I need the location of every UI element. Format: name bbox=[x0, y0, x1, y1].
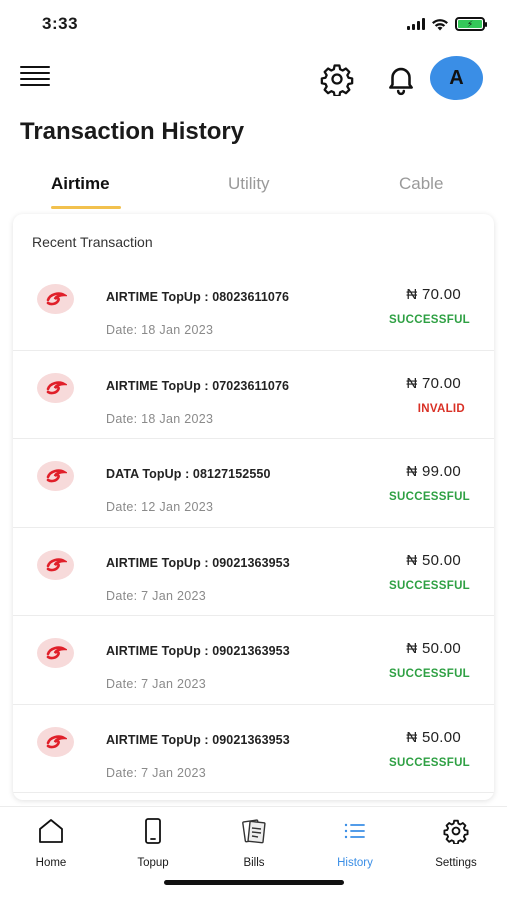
transaction-row[interactable]: AIRTIME TopUp : 08023611076 Date: 18 Jan… bbox=[13, 262, 494, 351]
network-logo-icon bbox=[37, 726, 74, 757]
transaction-date: Date: 7 Jan 2023 bbox=[106, 588, 207, 603]
user-avatar[interactable]: A bbox=[430, 56, 483, 100]
network-logo-icon bbox=[37, 372, 74, 403]
transaction-list: AIRTIME TopUp : 08023611076 Date: 18 Jan… bbox=[13, 262, 494, 793]
transaction-status: SUCCESSFUL bbox=[389, 491, 470, 503]
nav-label: History bbox=[337, 857, 373, 869]
settings-gear-icon[interactable] bbox=[320, 62, 354, 96]
nav-label: Topup bbox=[137, 857, 169, 869]
tab-bar: Airtime Utility Cable bbox=[0, 170, 507, 210]
transactions-card: Recent Transaction AIRTIME TopUp : 08023… bbox=[13, 214, 494, 800]
bills-icon bbox=[242, 819, 266, 844]
transaction-description: AIRTIME TopUp : 08023611076 bbox=[106, 290, 290, 304]
cellular-signal-icon bbox=[407, 18, 425, 30]
wifi-icon bbox=[432, 18, 448, 30]
gear-icon bbox=[443, 819, 469, 844]
transaction-description: AIRTIME TopUp : 09021363953 bbox=[106, 644, 290, 658]
transaction-amount: ₦ 50.00 bbox=[406, 728, 461, 746]
transaction-description: AIRTIME TopUp : 09021363953 bbox=[106, 732, 290, 747]
status-icons: ⚡ bbox=[407, 17, 487, 31]
nav-topup[interactable]: Topup bbox=[113, 817, 193, 869]
network-logo-icon bbox=[37, 638, 74, 668]
app-header: A bbox=[0, 52, 507, 104]
nav-settings[interactable]: Settings bbox=[416, 817, 496, 869]
page-title: Transaction History bbox=[20, 118, 245, 145]
transaction-date: Date: 12 Jan 2023 bbox=[106, 500, 214, 514]
tab-utility[interactable]: Utility bbox=[228, 174, 270, 194]
transaction-date: Date: 18 Jan 2023 bbox=[106, 323, 214, 337]
network-logo-icon bbox=[37, 461, 74, 491]
transaction-date: Date: 7 Jan 2023 bbox=[106, 765, 207, 780]
nav-label: Settings bbox=[435, 857, 477, 869]
transaction-description: AIRTIME TopUp : 07023611076 bbox=[106, 378, 290, 393]
nav-bills[interactable]: Bills bbox=[214, 817, 294, 869]
notification-bell-icon[interactable] bbox=[384, 62, 418, 96]
transaction-description: AIRTIME TopUp : 09021363953 bbox=[106, 555, 290, 570]
network-logo-icon bbox=[37, 549, 74, 580]
bottom-navigation: Home Topup Bills History Settings bbox=[0, 806, 507, 900]
transaction-row[interactable]: AIRTIME TopUp : 09021363953 Date: 7 Jan … bbox=[13, 705, 494, 793]
battery-icon: ⚡ bbox=[455, 17, 487, 31]
nav-history[interactable]: History bbox=[315, 817, 395, 869]
nav-home[interactable]: Home bbox=[11, 817, 91, 869]
nav-label: Home bbox=[35, 857, 67, 869]
transaction-amount: ₦ 50.00 bbox=[406, 551, 461, 569]
transaction-amount: ₦ 50.00 bbox=[406, 640, 461, 657]
transaction-amount: ₦ 99.00 bbox=[406, 463, 461, 480]
list-icon bbox=[344, 823, 365, 839]
transaction-status: SUCCESSFUL bbox=[389, 668, 470, 680]
card-title: Recent Transaction bbox=[32, 234, 153, 250]
nav-label: Bills bbox=[243, 857, 265, 869]
transaction-status: SUCCESSFUL bbox=[389, 579, 470, 592]
hamburger-menu-icon[interactable] bbox=[20, 66, 50, 88]
transaction-row[interactable]: DATA TopUp : 08127152550 Date: 12 Jan 20… bbox=[13, 439, 494, 528]
transaction-amount: ₦ 70.00 bbox=[406, 374, 461, 392]
status-bar: 3:33 ⚡ bbox=[0, 0, 507, 50]
phone-icon bbox=[145, 818, 161, 844]
transaction-status: SUCCESSFUL bbox=[389, 314, 470, 326]
transaction-date: Date: 7 Jan 2023 bbox=[106, 677, 207, 691]
transaction-row[interactable]: AIRTIME TopUp : 09021363953 Date: 7 Jan … bbox=[13, 528, 494, 616]
home-indicator bbox=[164, 880, 344, 885]
transaction-description: DATA TopUp : 08127152550 bbox=[106, 467, 271, 481]
tab-airtime[interactable]: Airtime bbox=[51, 174, 110, 194]
transaction-row[interactable]: AIRTIME TopUp : 09021363953 Date: 7 Jan … bbox=[13, 616, 494, 705]
tab-cable[interactable]: Cable bbox=[399, 174, 443, 194]
transaction-date: Date: 18 Jan 2023 bbox=[106, 411, 214, 426]
status-time: 3:33 bbox=[42, 14, 79, 33]
charging-bolt-icon: ⚡ bbox=[458, 19, 482, 28]
active-tab-indicator bbox=[51, 206, 121, 209]
transaction-row[interactable]: AIRTIME TopUp : 07023611076 Date: 18 Jan… bbox=[13, 351, 494, 439]
network-logo-icon bbox=[37, 284, 74, 314]
transaction-status: INVALID bbox=[417, 402, 465, 415]
transaction-amount: ₦ 70.00 bbox=[406, 286, 461, 303]
home-icon bbox=[39, 819, 63, 843]
transaction-status: SUCCESSFUL bbox=[389, 756, 470, 769]
